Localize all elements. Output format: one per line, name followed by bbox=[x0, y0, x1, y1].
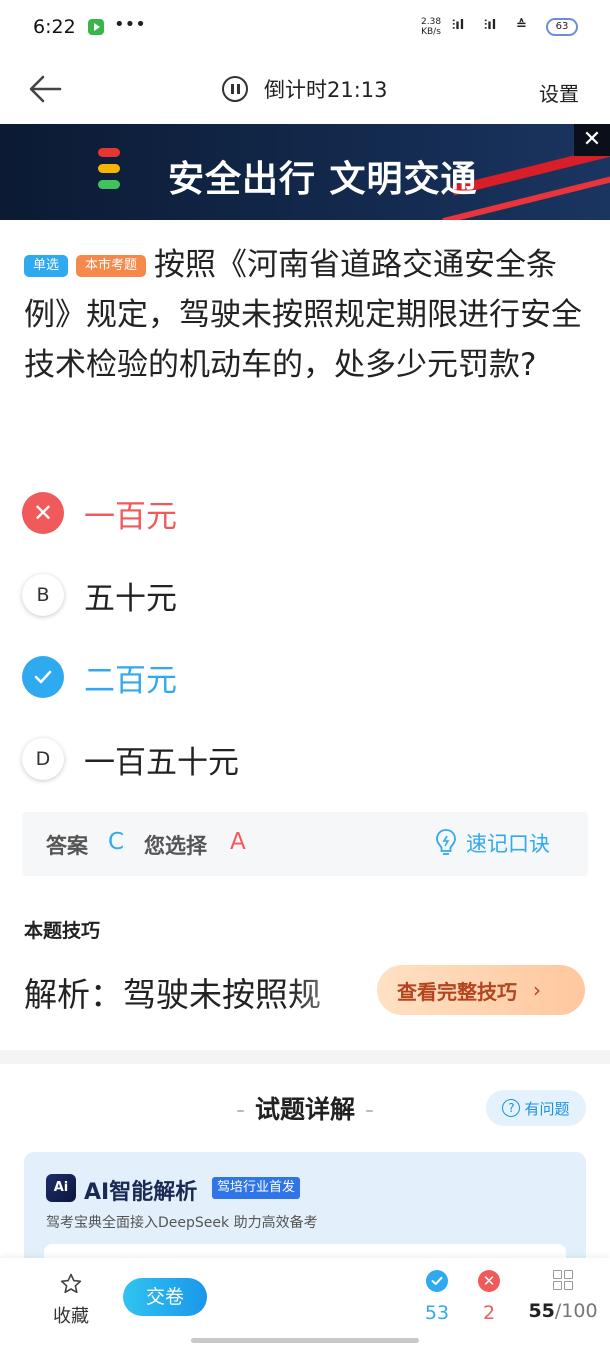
banner-slogan: 安全出行 文明交通 bbox=[168, 159, 478, 200]
question-progress[interactable]: 55/100 bbox=[528, 1270, 598, 1322]
option-text: 一百元 bbox=[84, 498, 177, 535]
countdown-timer: 倒计时21:13 bbox=[222, 74, 388, 104]
answer-label: 答案 bbox=[46, 834, 88, 858]
ai-logo-icon: Ai bbox=[46, 1174, 76, 1202]
correct-answer: C bbox=[108, 829, 125, 855]
option-b[interactable]: B 五十元 bbox=[22, 573, 177, 617]
title-dash: - bbox=[365, 1095, 375, 1124]
timer-text: 倒计时21:13 bbox=[264, 78, 388, 102]
correct-count-value: 53 bbox=[424, 1302, 450, 1324]
tip-fade bbox=[290, 966, 390, 1012]
title-dash: - bbox=[235, 1095, 245, 1124]
wrong-mark-icon: ✕ bbox=[22, 492, 64, 534]
favorite-button[interactable]: 收藏 bbox=[50, 1272, 92, 1328]
more-notifications-icon: ••• bbox=[114, 14, 146, 35]
grid-icon bbox=[553, 1270, 573, 1290]
option-letter: D bbox=[22, 738, 64, 780]
battery-icon: 63 bbox=[546, 18, 578, 36]
option-text: 一百五十元 bbox=[84, 744, 239, 781]
view-full-tip-label: 查看完整技巧 bbox=[397, 979, 517, 1004]
lightbulb-icon bbox=[436, 829, 456, 855]
question-text-block: 单选 本市考题 按照《河南省道路交通安全条例》规定，驾驶未按照规定期限进行安全技术检… bbox=[24, 240, 590, 390]
wrong-count-value: 2 bbox=[482, 1302, 496, 1324]
ai-badge: 驾培行业首发 bbox=[212, 1177, 301, 1199]
progress-current: 55 bbox=[528, 1300, 555, 1322]
check-mark-icon bbox=[22, 656, 64, 698]
section-divider bbox=[0, 1050, 610, 1064]
question-mark-icon: ? bbox=[502, 1099, 521, 1117]
report-issue-label: 有问题 bbox=[524, 1099, 570, 1118]
status-bar: 6:22 ••• 2.38 KB/s ⫶ıl ⫶ıl ≙ 63 bbox=[0, 0, 610, 56]
selected-answer: A bbox=[230, 829, 246, 855]
progress-total: /100 bbox=[554, 1300, 598, 1322]
back-arrow-icon[interactable] bbox=[28, 74, 62, 104]
favorite-label: 收藏 bbox=[53, 1306, 89, 1327]
check-circle-icon bbox=[426, 1270, 448, 1292]
traffic-light-icon bbox=[98, 148, 122, 196]
correct-count[interactable]: 53 bbox=[417, 1270, 457, 1324]
answer-bar: 答案 C 您选择 A 速记口诀 bbox=[22, 812, 588, 876]
mnemonic-button[interactable]: 速记口诀 bbox=[434, 828, 550, 858]
option-letter: B bbox=[22, 574, 64, 616]
ai-analysis-card[interactable]: Ai AI智能解析 驾培行业首发 驾考宝典全面接入DeepSeek 助力高效备考 bbox=[24, 1152, 586, 1274]
submit-exam-button[interactable]: 交卷 bbox=[123, 1278, 207, 1316]
network-speed: 2.38 KB/s bbox=[421, 17, 441, 37]
mnemonic-label: 速记口诀 bbox=[466, 832, 550, 856]
tip-title: 本题技巧 bbox=[24, 920, 101, 942]
report-issue-button[interactable]: ? 有问题 bbox=[486, 1090, 586, 1126]
signal-icon: ⫶ıl bbox=[452, 18, 465, 33]
chevron-right-icon: › bbox=[533, 978, 541, 1002]
ad-banner[interactable]: 安全出行 文明交通 ✕ bbox=[0, 124, 610, 220]
ai-title: AI智能解析 bbox=[84, 1180, 198, 1205]
close-icon[interactable]: ✕ bbox=[574, 124, 610, 156]
pause-icon[interactable] bbox=[222, 76, 248, 102]
ai-subtitle: 驾考宝典全面接入DeepSeek 助力高效备考 bbox=[46, 1215, 318, 1231]
option-text: 五十元 bbox=[84, 580, 177, 617]
question-source-tag: 本市考题 bbox=[76, 255, 147, 277]
option-a[interactable]: ✕ 一百元 bbox=[22, 491, 177, 535]
option-d[interactable]: D 一百五十元 bbox=[22, 737, 239, 781]
status-time: 6:22 bbox=[33, 16, 76, 38]
wifi-icon: ≙ bbox=[516, 18, 527, 33]
network-speed-unit: KB/s bbox=[421, 27, 441, 37]
home-indicator[interactable] bbox=[191, 1338, 419, 1343]
settings-button[interactable]: 设置 bbox=[539, 78, 579, 107]
x-circle-icon: ✕ bbox=[478, 1270, 500, 1292]
wrong-count[interactable]: ✕ 2 bbox=[469, 1270, 509, 1324]
option-text: 二百元 bbox=[84, 662, 177, 699]
network-speed-value: 2.38 bbox=[421, 17, 442, 27]
detail-title-text: 试题详解 bbox=[254, 1095, 355, 1124]
question-type-tag: 单选 bbox=[24, 255, 69, 277]
option-c[interactable]: 二百元 bbox=[22, 655, 177, 699]
selected-label: 您选择 bbox=[144, 834, 207, 858]
nav-header: 倒计时21:13 设置 bbox=[0, 56, 610, 122]
view-full-tip-button[interactable]: 查看完整技巧 › bbox=[377, 965, 585, 1015]
app-notification-icon bbox=[88, 19, 104, 35]
star-icon bbox=[60, 1273, 82, 1294]
signal-icon: ⫶ıl bbox=[484, 18, 497, 33]
